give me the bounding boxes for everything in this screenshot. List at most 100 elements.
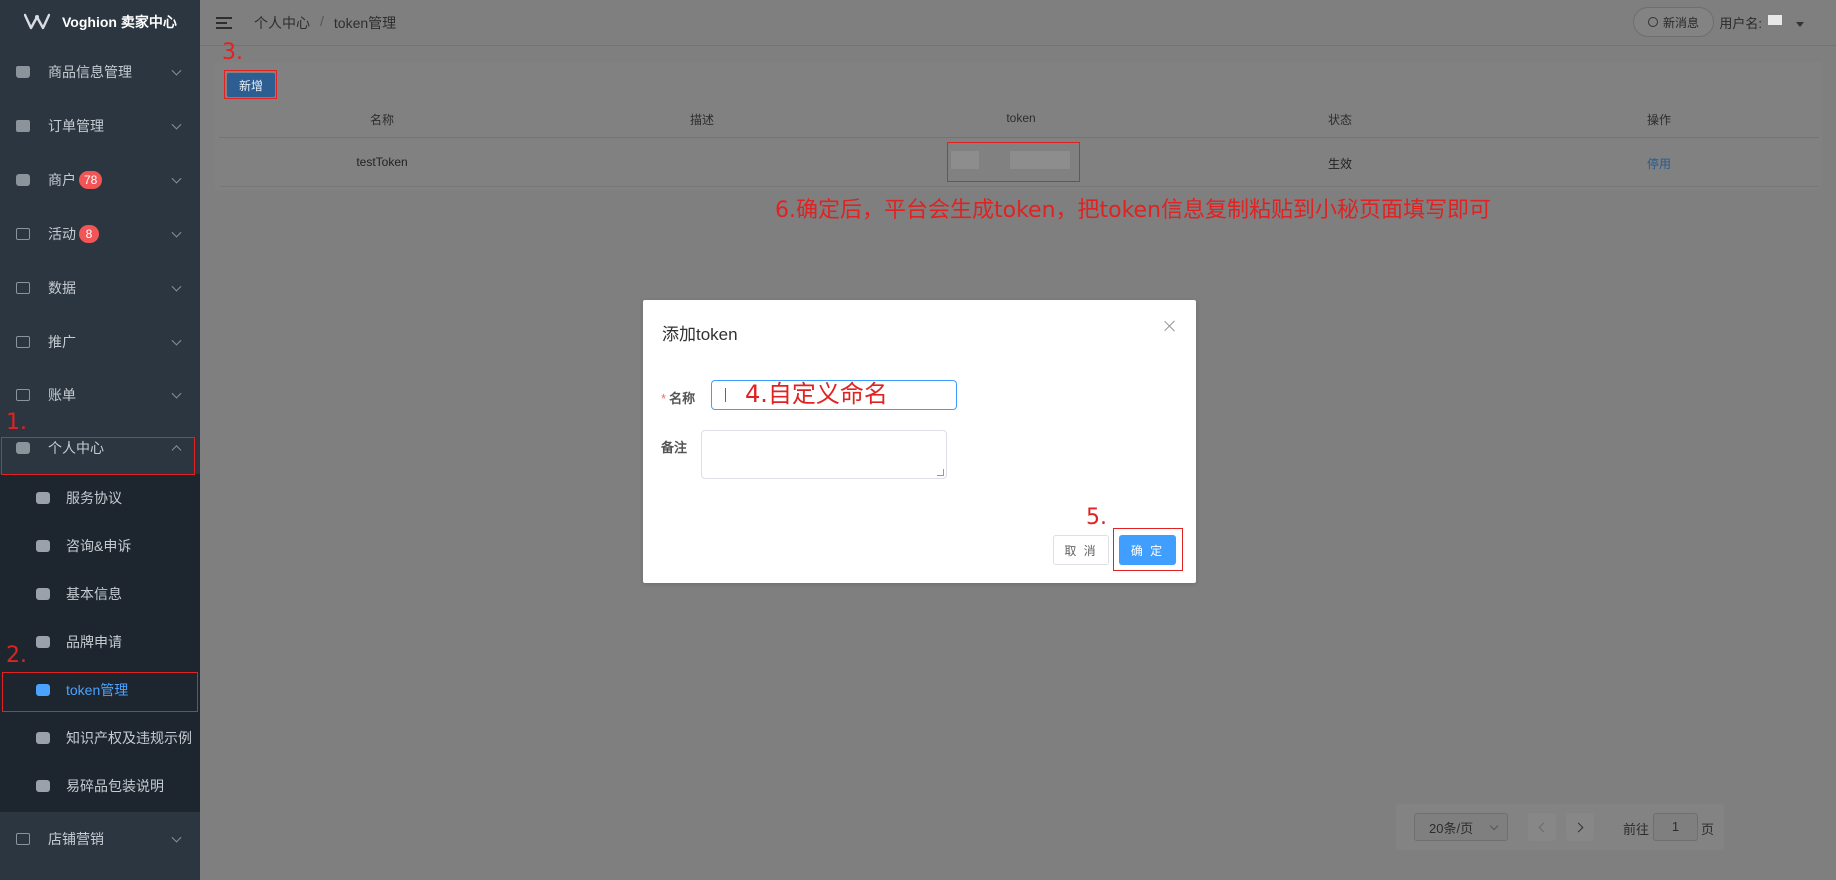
chevron-left-icon: [1538, 822, 1549, 832]
chevron-down-icon: [171, 388, 182, 399]
token-remark-textarea[interactable]: [701, 430, 947, 479]
table-row-divider: [219, 186, 1819, 187]
annotation-box-personal-center: [1, 437, 195, 475]
personal-center-submenu: 服务协议 咨询&申诉 基本信息 品牌申请 token管理 知识产权及违规示例 易…: [0, 474, 200, 812]
column-header-action: 操作: [1646, 113, 1672, 127]
chevron-right-icon: [1573, 822, 1584, 832]
breadcrumb: 个人中心 / token管理: [254, 13, 396, 33]
clipboard-icon: [16, 120, 30, 132]
cancel-button[interactable]: 取 消: [1053, 535, 1109, 565]
chevron-down-icon: [171, 335, 182, 346]
avatar: [1768, 14, 1782, 25]
goto-suffix: 页: [1701, 822, 1715, 837]
activity-count-badge: 8: [79, 225, 99, 243]
close-icon[interactable]: [1164, 320, 1176, 332]
required-mark: *: [661, 391, 667, 406]
annotation-step-2: 2.: [6, 643, 27, 668]
goto-page-input[interactable]: 1: [1653, 813, 1698, 841]
truck-icon: [16, 389, 30, 401]
chevron-down-icon: [171, 281, 182, 292]
box-icon: [36, 492, 50, 504]
merchant-count-badge: 78: [79, 171, 103, 189]
app-title: Voghion 卖家中心: [62, 14, 177, 30]
box-icon: [36, 636, 50, 648]
sidebar-item-product-info[interactable]: 商品信息管理: [0, 45, 200, 99]
sidebar-item-label: 商品信息管理: [48, 64, 132, 80]
table-header-divider: [219, 137, 1819, 138]
submenu-item-label: 咨询&申诉: [66, 538, 132, 554]
new-message-label: 新消息: [1662, 15, 1699, 30]
voghion-logo-icon: [24, 13, 50, 30]
chevron-down-icon: [171, 832, 182, 843]
box-icon: [36, 732, 50, 744]
disable-token-link[interactable]: 停用: [1647, 155, 1671, 172]
sidebar-item-activities[interactable]: 活动 8: [0, 207, 200, 261]
resize-handle[interactable]: [937, 469, 944, 476]
caret-down-icon: [1796, 22, 1804, 27]
column-header-token: token: [1006, 111, 1036, 125]
box-icon: [36, 540, 50, 552]
truck-icon: [16, 228, 30, 240]
app-logo[interactable]: Voghion 卖家中心: [0, 0, 200, 44]
sidebar-item-label: 店铺营销: [48, 831, 104, 847]
remark-field-label: 备注: [661, 440, 688, 455]
breadcrumb-item-personal-center[interactable]: 个人中心: [254, 13, 310, 33]
text-cursor: [725, 388, 726, 402]
sidebar-item-data[interactable]: 数据: [0, 261, 200, 315]
sidebar-item-promotion[interactable]: 推广: [0, 315, 200, 369]
submenu-item-ip-violations[interactable]: 知识产权及违规示例: [0, 714, 200, 762]
page-size-select[interactable]: 20条/页: [1414, 813, 1508, 841]
sidebar-item-label: 活动: [48, 226, 76, 242]
goto-prefix: 前往: [1623, 822, 1650, 837]
submenu-item-brand-application[interactable]: 品牌申请: [0, 618, 200, 666]
annotation-step-1: 1.: [6, 410, 27, 435]
next-page-button[interactable]: [1566, 813, 1594, 841]
submenu-item-label: 服务协议: [66, 490, 122, 506]
submenu-item-consult-appeal[interactable]: 咨询&申诉: [0, 522, 200, 570]
annotation-box-confirm: [1113, 528, 1183, 571]
column-header-description: 描述: [689, 113, 715, 127]
top-bar: 个人中心 / token管理 新消息 用户名:: [200, 0, 1836, 46]
chevron-down-icon: [171, 119, 182, 130]
annotation-box-new-button: [224, 70, 277, 99]
annotation-step-5: 5.: [1086, 505, 1107, 530]
submenu-item-fragile-packaging[interactable]: 易碎品包装说明: [0, 762, 200, 810]
chevron-down-icon: [171, 173, 182, 184]
sidebar-item-label: 数据: [48, 280, 76, 296]
prev-page-button[interactable]: [1528, 813, 1556, 841]
truck-icon: [16, 336, 30, 348]
annotation-box-token-value: [947, 142, 1080, 182]
page-size-value: 20条/页: [1429, 820, 1474, 836]
sidebar-item-orders[interactable]: 订单管理: [0, 99, 200, 153]
submenu-item-label: 基本信息: [66, 586, 122, 602]
submenu-item-label: 易碎品包装说明: [66, 778, 164, 794]
token-status-cell: 生效: [1327, 157, 1353, 171]
submenu-item-service-agreement[interactable]: 服务协议: [0, 474, 200, 522]
annotation-step-6: 6.确定后，平台会生成token，把token信息复制粘贴到小秘页面填写即可: [775, 198, 1492, 223]
name-label-text: 名称: [669, 391, 696, 406]
new-message-button[interactable]: 新消息: [1632, 7, 1714, 37]
sidebar-item-label: 订单管理: [48, 118, 104, 134]
column-header-name: 名称: [369, 113, 395, 127]
menu-toggle-icon[interactable]: [216, 16, 232, 29]
sidebar-item-merchants[interactable]: 商户 78: [0, 153, 200, 207]
sidebar-item-bills[interactable]: 账单: [0, 368, 200, 422]
breadcrumb-separator: /: [320, 12, 324, 29]
sidebar-item-store-marketing[interactable]: 店铺营销: [0, 812, 200, 866]
submenu-item-label: 知识产权及违规示例: [66, 730, 192, 746]
truck-icon: [16, 833, 30, 845]
user-label: 用户名:: [1719, 16, 1762, 31]
annotation-step-3: 3.: [222, 40, 243, 65]
submenu-item-basic-info[interactable]: 基本信息: [0, 570, 200, 618]
user-menu[interactable]: 用户名:: [1719, 13, 1804, 32]
token-name-cell: testToken: [356, 155, 408, 169]
dialog-title: 添加token: [662, 325, 738, 344]
sidebar-item-label: 推广: [48, 334, 76, 350]
chevron-down-icon: [171, 227, 182, 238]
annotation-box-token-management: [2, 672, 198, 712]
name-field-label: * 名称: [661, 388, 695, 407]
box-icon: [16, 174, 30, 186]
truck-icon: [16, 282, 30, 294]
box-icon: [36, 588, 50, 600]
sidebar-item-label: 商户: [48, 172, 76, 188]
